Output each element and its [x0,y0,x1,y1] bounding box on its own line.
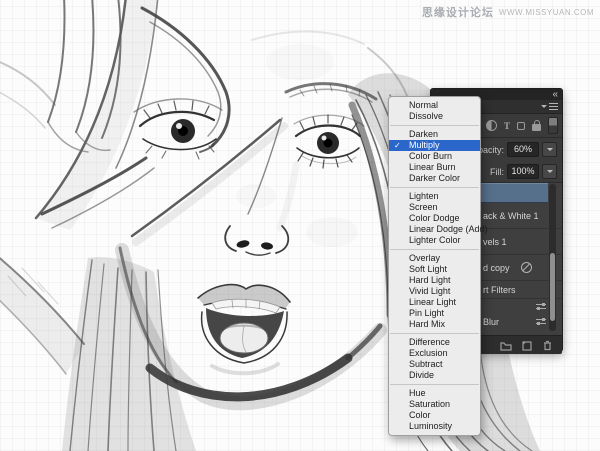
watermark-site-name: 思缘设计论坛 [422,4,494,20]
blend-mode-label: Hue [409,388,426,398]
panel-menu-arrow-icon[interactable] [541,105,547,108]
blend-mode-option[interactable]: Divide [389,370,480,381]
blend-mode-option[interactable]: Darken [389,129,480,140]
new-group-icon[interactable] [500,340,512,351]
layers-scrollbar[interactable] [549,184,556,331]
blend-mode-option[interactable]: Hue [389,388,480,399]
blend-mode-option[interactable]: Screen [389,202,480,213]
menu-separator [390,333,479,334]
blend-mode-label: Hard Light [409,275,451,285]
watermark-site-url: WWW.MISSYUAN.COM [499,8,594,17]
photoshop-canvas-screenshot: 思缘设计论坛 WWW.MISSYUAN.COM « T Opacity: 60%… [0,0,600,451]
blend-mode-option[interactable]: Vivid Light [389,286,480,297]
panel-menu-icon[interactable] [549,103,558,110]
layer-name: ack & White 1 [483,211,539,221]
blend-mode-option[interactable]: Lighten [389,191,480,202]
blend-mode-option[interactable]: Linear Light [389,297,480,308]
checkmark-icon: ✓ [394,140,401,151]
blend-mode-option[interactable]: Pin Light [389,308,480,319]
blend-mode-option[interactable]: Linear Burn [389,162,480,173]
blend-mode-option[interactable]: Linear Dodge (Add) [389,224,480,235]
filter-blending-options-icon[interactable] [536,318,546,326]
blend-mode-label: Soft Light [409,264,447,274]
blend-mode-label: Darker Color [409,173,460,183]
layer-name: Blur [483,317,499,327]
filter-shape-icon[interactable] [517,122,525,130]
blend-mode-option[interactable]: Exclusion [389,348,480,359]
fill-dropdown-button[interactable] [542,164,557,179]
blend-mode-option[interactable]: Lighter Color [389,235,480,246]
blend-mode-option[interactable]: Color Burn [389,151,480,162]
blend-mode-label: Linear Light [409,297,456,307]
blend-mode-menu: NormalDissolveDarken✓MultiplyColor BurnL… [388,96,481,436]
menu-separator [390,249,479,250]
blend-mode-option[interactable]: ✓ Multiply [389,140,480,151]
blend-mode-option[interactable]: Darker Color [389,173,480,184]
filter-adjustment-icon[interactable] [486,120,497,131]
blend-mode-option[interactable]: Soft Light [389,264,480,275]
blend-mode-label: Multiply [409,140,440,150]
blend-mode-option[interactable]: Luminosity [389,421,480,432]
blend-mode-label: Difference [409,337,450,347]
blend-mode-option[interactable]: Color [389,410,480,421]
opacity-dropdown-button[interactable] [542,142,557,157]
blend-mode-label: Pin Light [409,308,444,318]
blend-mode-label: Normal [409,100,438,110]
blend-mode-label: Subtract [409,359,443,369]
blend-mode-label: Exclusion [409,348,448,358]
blend-mode-label: Hard Mix [409,319,445,329]
blend-mode-label: Color [409,410,431,420]
filter-blending-options-icon[interactable] [536,303,546,311]
blend-mode-option[interactable]: Hard Mix [389,319,480,330]
blend-mode-option[interactable]: Color Dodge [389,213,480,224]
blend-mode-label: Lighten [409,191,439,201]
blend-mode-option[interactable]: Overlay [389,253,480,264]
filter-type-icon[interactable]: T [504,121,510,131]
blend-mode-label: Color Dodge [409,213,460,223]
collapse-panel-icon[interactable]: « [552,91,557,99]
blend-mode-option[interactable]: Difference [389,337,480,348]
watermark: 思缘设计论坛 WWW.MISSYUAN.COM [422,4,594,20]
blend-mode-label: Lighter Color [409,235,461,245]
blend-mode-label: Darken [409,129,438,139]
blend-mode-option[interactable]: Saturation [389,399,480,410]
blend-mode-option[interactable]: Normal [389,100,480,111]
blend-mode-option[interactable]: Subtract [389,359,480,370]
fill-value[interactable]: 100% [507,164,539,179]
layer-name: vels 1 [483,237,507,247]
blend-mode-label: Dissolve [409,111,443,121]
blend-mode-label: Luminosity [409,421,452,431]
smart-filter-badge-icon[interactable] [521,262,532,273]
layer-name: d copy [483,263,510,273]
fill-label: Fill: [490,167,504,177]
blend-mode-label: Saturation [409,399,450,409]
menu-separator [390,125,479,126]
blend-mode-option[interactable]: Dissolve [389,111,480,122]
menu-separator [390,384,479,385]
opacity-value[interactable]: 60% [507,142,539,157]
new-layer-icon[interactable] [521,340,533,351]
scrollbar-thumb[interactable] [550,253,555,321]
filter-smart-object-icon[interactable] [532,124,541,131]
blend-mode-label: Overlay [409,253,440,263]
blend-mode-label: Linear Dodge (Add) [409,224,488,234]
filtering-toggle[interactable] [548,117,558,134]
blend-mode-option[interactable]: Hard Light [389,275,480,286]
blend-mode-label: Linear Burn [409,162,456,172]
layer-name: rt Filters [483,285,516,295]
blend-mode-label: Vivid Light [409,286,450,296]
blend-mode-label: Color Burn [409,151,452,161]
blend-mode-label: Screen [409,202,438,212]
delete-layer-icon[interactable] [542,340,553,351]
blend-mode-label: Divide [409,370,434,380]
menu-separator [390,187,479,188]
